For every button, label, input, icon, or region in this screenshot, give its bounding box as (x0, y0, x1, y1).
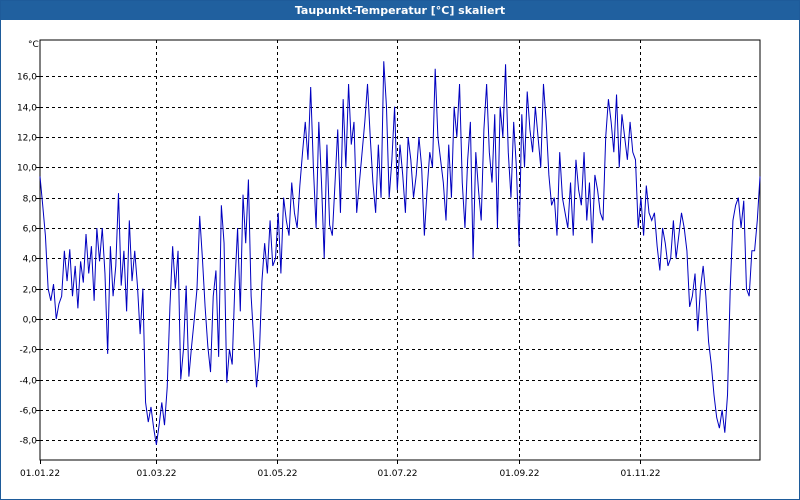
x-tick-label: 01.01.22 (20, 469, 60, 479)
y-axis-ticks: -8,0 -6,0 -4,0 -2,0 0,0 2,0 4,0 6,0 8,0 10,0 12,0 1… (17, 73, 40, 447)
y-tick-label: -6,0 (19, 407, 37, 417)
y-tick-label: 6,0 (23, 225, 38, 235)
y-tick-label: -2,0 (19, 346, 37, 356)
y-tick-label: -4,0 (19, 377, 37, 387)
x-tick-label: 01.05.22 (257, 469, 297, 479)
y-tick-label: 8,0 (23, 195, 38, 205)
x-tick-label: 01.09.22 (499, 469, 539, 479)
y-tick-label: 12,0 (17, 134, 37, 144)
y-tick-label: 10,0 (17, 164, 37, 174)
y-tick-label: 4,0 (23, 255, 38, 265)
x-axis-ticks: 01.01.22 01.03.22 01.05.22 01.07.22 01.09.22… (20, 460, 661, 479)
y-tick-label: -8,0 (19, 437, 37, 447)
y-tick-label: 14,0 (17, 104, 37, 114)
x-tick-label: 01.11.22 (620, 469, 660, 479)
series-line (39, 61, 761, 445)
chart-canvas: -8,0 -6,0 -4,0 -2,0 0,0 2,0 4,0 6,0 8,0 10,0 12,0 1… (17, 39, 761, 479)
x-tick-label: 01.03.22 (136, 469, 176, 479)
grid-lines (40, 40, 760, 460)
y-tick-label: 2,0 (23, 286, 38, 296)
plot-frame (39, 39, 761, 461)
y-tick-label: 0,0 (23, 316, 38, 326)
y-tick-label: 16,0 (17, 73, 37, 83)
y-axis-label: °C (28, 40, 39, 50)
x-tick-label: 01.07.22 (377, 469, 417, 479)
